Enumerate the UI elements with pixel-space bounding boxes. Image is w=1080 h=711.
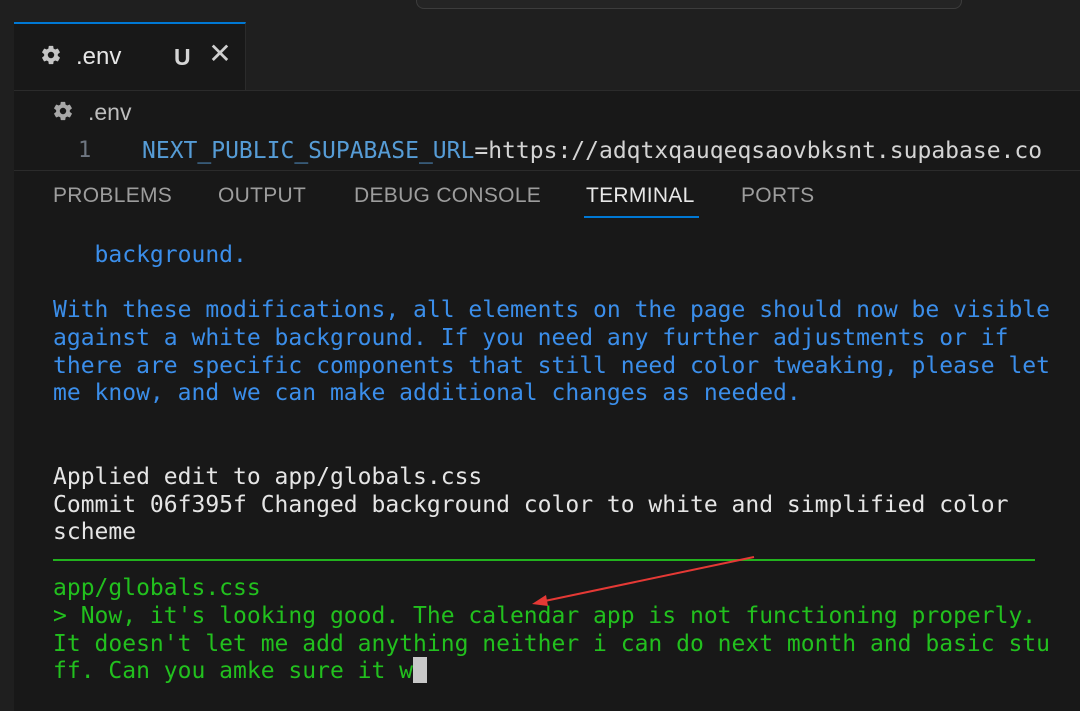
terminal-line: there are specific components that still…: [53, 353, 1050, 379]
terminal-line: background.: [53, 242, 247, 268]
tab-problems[interactable]: PROBLEMS: [53, 183, 172, 211]
tab-ports[interactable]: PORTS: [741, 183, 814, 211]
untracked-badge: U: [174, 44, 191, 70]
breadcrumb-file: .env: [88, 99, 132, 125]
terminal-line: scheme: [53, 519, 137, 545]
gear-icon: [54, 101, 72, 121]
command-center-search[interactable]: [416, 0, 962, 9]
terminal-line: Applied edit to app/globals.css: [53, 464, 483, 490]
title-bar: [0, 0, 1080, 22]
terminal-line: against a white background. If you need …: [53, 325, 1009, 351]
env-key: NEXT_PUBLIC_SUPABASE_URL: [142, 138, 475, 164]
code-text: NEXT_PUBLIC_SUPABASE_URL=https://adqtxqa…: [142, 136, 1042, 166]
tab-output[interactable]: OUTPUT: [218, 183, 306, 211]
env-value: https://adqtxqauqeqsaovbksnt.supabase.co: [488, 138, 1043, 164]
tab-label: .env: [76, 43, 122, 70]
terminal-line: Commit 06f395f Changed background color …: [53, 492, 1009, 518]
gear-icon: [42, 45, 60, 65]
tab-debug-console[interactable]: DEBUG CONSOLE: [354, 183, 541, 211]
line-number: 1: [78, 138, 92, 163]
terminal-line: me know, and we can make additional chan…: [53, 380, 801, 406]
editor-line[interactable]: 1 NEXT_PUBLIC_SUPABASE_URL=https://adqtx…: [14, 134, 1080, 170]
input-line: It doesn't let me add anything neither i…: [53, 631, 1050, 657]
panel-tab-bar: PROBLEMS OUTPUT DEBUG CONSOLE TERMINAL P…: [14, 171, 1080, 219]
terminal-line: With these modifications, all elements o…: [53, 297, 1050, 323]
close-icon[interactable]: ✕: [206, 40, 234, 68]
divider: [53, 559, 1035, 561]
input-text: ff. Can you amke sure it w: [53, 658, 414, 684]
editor-tab-env[interactable]: .env U ✕: [14, 22, 246, 90]
bottom-panel: PROBLEMS OUTPUT DEBUG CONSOLE TERMINAL P…: [14, 170, 1080, 711]
terminal-output[interactable]: background. With these modifications, al…: [14, 219, 1080, 711]
editor-tab-bar: .env U ✕: [14, 22, 1080, 91]
input-line: > Now, it's looking good. The calendar a…: [53, 603, 1037, 629]
prompt-file: app/globals.css: [53, 575, 261, 601]
env-equals: =: [474, 138, 489, 164]
input-line-current[interactable]: ff. Can you amke sure it w: [53, 657, 428, 685]
activity-bar-edge: [0, 22, 14, 711]
text-cursor: [413, 657, 428, 683]
tab-terminal[interactable]: TERMINAL: [584, 183, 699, 218]
